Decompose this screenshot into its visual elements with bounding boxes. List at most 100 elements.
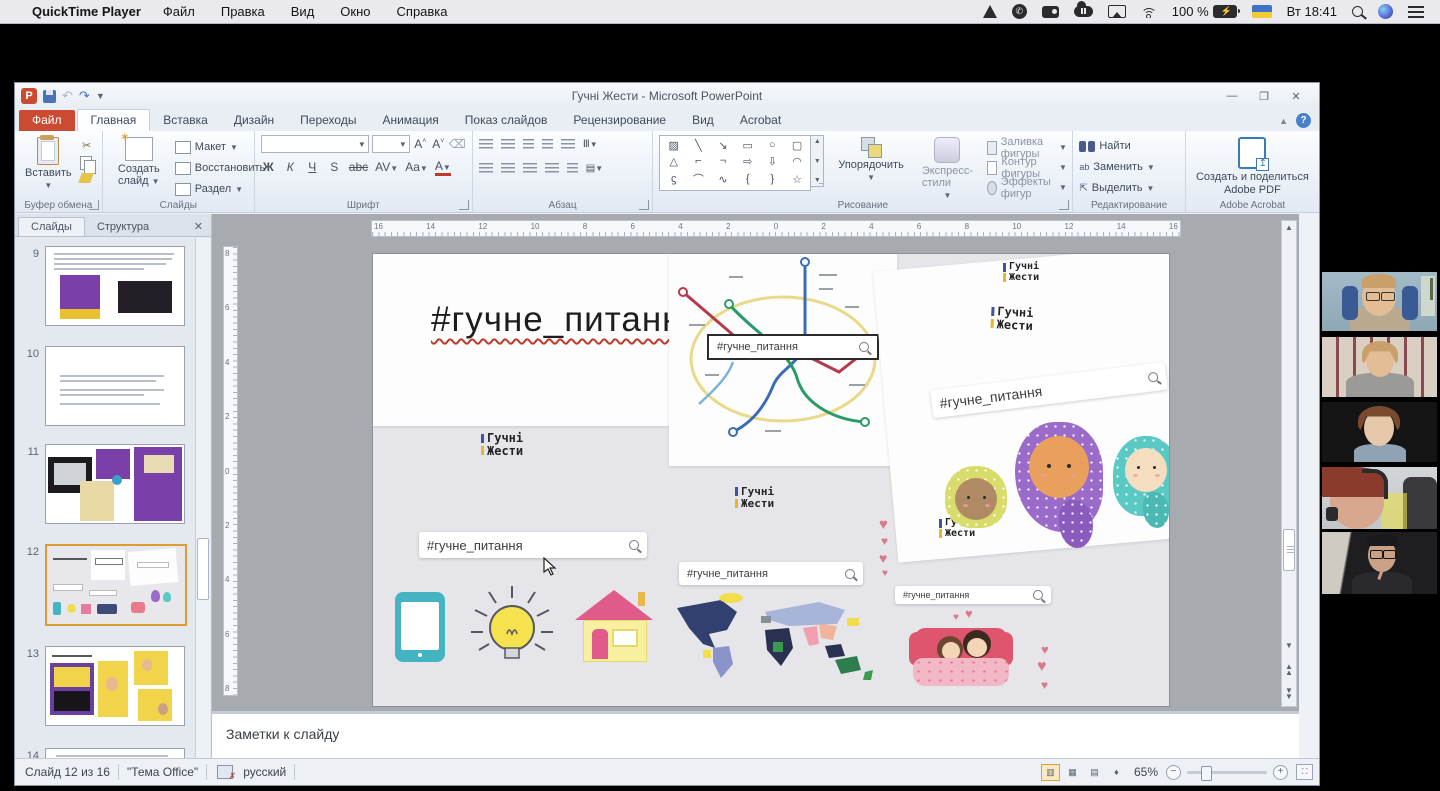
align-center-button[interactable] [501, 163, 515, 174]
shape-glyph-7[interactable]: △ [669, 155, 677, 168]
shape-glyph-3[interactable]: ↘ [718, 139, 727, 152]
character-spacing-button[interactable]: AV▼ [375, 160, 398, 174]
strikethrough-button[interactable]: abc [349, 160, 368, 174]
justify-button[interactable] [545, 163, 559, 174]
restore-button[interactable]: ❐ [1255, 90, 1273, 103]
menubar-item-4[interactable]: Окно [340, 4, 370, 19]
ribbon-tab-acrobat[interactable]: Acrobat [727, 110, 794, 131]
ribbon-tab-переходы[interactable]: Переходы [287, 110, 369, 131]
qat-customize-dropdown[interactable]: ▼ [96, 91, 105, 101]
slide-9-thumbnail[interactable] [45, 246, 185, 326]
next-slide-button[interactable]: ▼▼ [1282, 688, 1296, 700]
create-pdf-button[interactable]: Создать и поделитьсяAdobe PDF [1192, 135, 1313, 198]
shape-glyph-14[interactable]: ⌒ [693, 171, 704, 187]
convert-smartart-button[interactable]: ▤▼ [586, 163, 603, 174]
underline-button[interactable]: Ч [305, 160, 320, 174]
drawing-dialog-launcher-icon[interactable] [1059, 200, 1069, 210]
slide-sorter-view-button[interactable]: ▦ [1063, 764, 1082, 781]
format-painter-button[interactable] [78, 173, 94, 183]
slide-12-thumbnail-selected[interactable] [45, 544, 187, 626]
tab-slides[interactable]: Слайды [18, 217, 85, 236]
powerpoint-app-icon[interactable]: P [21, 88, 37, 104]
zoom-in-button[interactable]: + [1273, 765, 1288, 780]
slide-thumbnail-row-13[interactable]: 13 [15, 646, 211, 726]
menubar-item-2[interactable]: Правка [221, 4, 265, 19]
cloud-recording-icon[interactable] [1074, 6, 1093, 17]
shapes-gallery[interactable]: ▨╲↘▭○▢△⌐¬⇨⇩◠ϛ⌒∿{}☆ [659, 135, 811, 191]
shape-glyph-10[interactable]: ⇨ [743, 155, 752, 168]
font-color-button[interactable]: A▼ [435, 159, 451, 176]
menubar-app-name[interactable]: QuickTime Player [32, 4, 141, 19]
line-spacing-button[interactable] [561, 139, 575, 150]
clear-formatting-button[interactable]: ⌫ [449, 137, 466, 151]
vlc-icon[interactable] [983, 5, 997, 18]
main-vertical-scrollbar[interactable]: ▲ ▼ ▲▲ ▼▼ [1281, 220, 1297, 707]
minimize-button[interactable]: — [1223, 90, 1241, 103]
reset-button[interactable]: Восстановить [175, 159, 265, 177]
slideshow-view-button[interactable]: ♦ [1107, 764, 1126, 781]
help-button[interactable]: ? [1296, 113, 1311, 128]
shape-glyph-11[interactable]: ⇩ [768, 155, 777, 168]
wifi-icon[interactable] [1141, 6, 1157, 18]
shape-glyph-18[interactable]: ☆ [792, 173, 802, 186]
undo-button[interactable]: ↶ [62, 88, 73, 104]
menubar-item-1[interactable]: Файл [163, 4, 195, 19]
slide-counter[interactable]: Слайд 12 из 16 [15, 765, 110, 779]
shapes-gallery-scrollbar[interactable]: ▲▼▼̲ [811, 135, 824, 187]
zoom-slider-thumb[interactable] [1201, 766, 1212, 781]
slide-thumbnail-row-10[interactable]: 10 [15, 346, 211, 426]
panel-scrollbar[interactable] [195, 238, 210, 759]
paragraph-dialog-launcher-icon[interactable] [639, 200, 649, 210]
theme-label[interactable]: "Тема Office" [127, 765, 198, 779]
zoom-percentage[interactable]: 65% [1134, 765, 1158, 779]
quick-styles-button[interactable]: Экспресс-стили▼ [918, 135, 977, 202]
close-button[interactable]: ✕ [1287, 90, 1305, 103]
numbering-button[interactable] [501, 139, 515, 150]
font-dialog-launcher-icon[interactable] [459, 200, 469, 210]
slide-thumbnail-row-12[interactable]: 12 [15, 544, 211, 626]
replace-button[interactable]: abЗаменить▼ [1079, 158, 1178, 176]
ribbon-tab-дизайн[interactable]: Дизайн [221, 110, 287, 131]
viber-icon[interactable]: ✆ [1012, 4, 1027, 19]
panel-close-icon[interactable]: ✕ [194, 220, 211, 236]
increase-indent-button[interactable] [542, 139, 553, 150]
text-shadow-button[interactable]: S [327, 160, 342, 174]
input-language-flag-icon[interactable] [1252, 5, 1272, 18]
title-bar[interactable]: P ↶ ↷ ▼ Гучні Жести - Microsoft PowerPoi… [15, 83, 1319, 110]
shape-glyph-9[interactable]: ¬ [720, 155, 726, 167]
spotlight-search-icon[interactable] [1352, 6, 1363, 17]
clipboard-dialog-launcher-icon[interactable] [89, 200, 99, 210]
shape-outline-button[interactable]: Контур фигуры▼ [987, 159, 1067, 176]
panel-scrollbar-thumb[interactable] [197, 538, 209, 600]
previous-slide-button[interactable]: ▲▲ [1282, 664, 1296, 676]
scroll-up-icon[interactable]: ▲ [1282, 223, 1296, 232]
slide-11-thumbnail[interactable] [45, 444, 185, 524]
ribbon-tab-анимация[interactable]: Анимация [369, 110, 451, 131]
align-right-button[interactable] [523, 163, 537, 174]
paste-button[interactable]: Вставить ▼ [21, 135, 76, 192]
shape-glyph-4[interactable]: ▭ [742, 139, 752, 152]
tab-outline[interactable]: Структура [85, 218, 161, 236]
zoom-out-button[interactable]: − [1166, 765, 1181, 780]
reading-view-button[interactable]: ▤ [1085, 764, 1104, 781]
shape-glyph-1[interactable]: ▨ [668, 139, 678, 152]
shape-glyph-15[interactable]: ∿ [718, 173, 727, 186]
zoom-slider-track[interactable] [1187, 771, 1267, 774]
new-slide-button[interactable]: Создать слайд ▼ [109, 135, 169, 198]
font-name-select[interactable]: ▼ [261, 135, 369, 153]
slide-13-thumbnail[interactable] [45, 646, 185, 726]
shape-glyph-17[interactable]: } [771, 173, 775, 185]
cut-button[interactable]: ✂ [80, 139, 94, 153]
change-case-button[interactable]: Aa▼ [405, 160, 428, 174]
select-button[interactable]: ⇱Выделить▼ [1079, 179, 1178, 197]
menubar-clock[interactable]: Вт 18:41 [1287, 4, 1337, 19]
arrange-button[interactable]: Упорядочить▼ [834, 135, 907, 184]
scroll-down-icon[interactable]: ▼ [1282, 641, 1296, 650]
ribbon-tab-файл[interactable]: Файл [19, 110, 75, 131]
participant-video-3[interactable] [1322, 402, 1437, 462]
shape-glyph-2[interactable]: ╲ [695, 139, 702, 152]
copy-button[interactable] [80, 156, 92, 170]
normal-view-button[interactable]: ▥ [1041, 764, 1060, 781]
spellcheck-icon[interactable] [217, 765, 233, 779]
bold-button[interactable]: Ж [261, 160, 276, 174]
